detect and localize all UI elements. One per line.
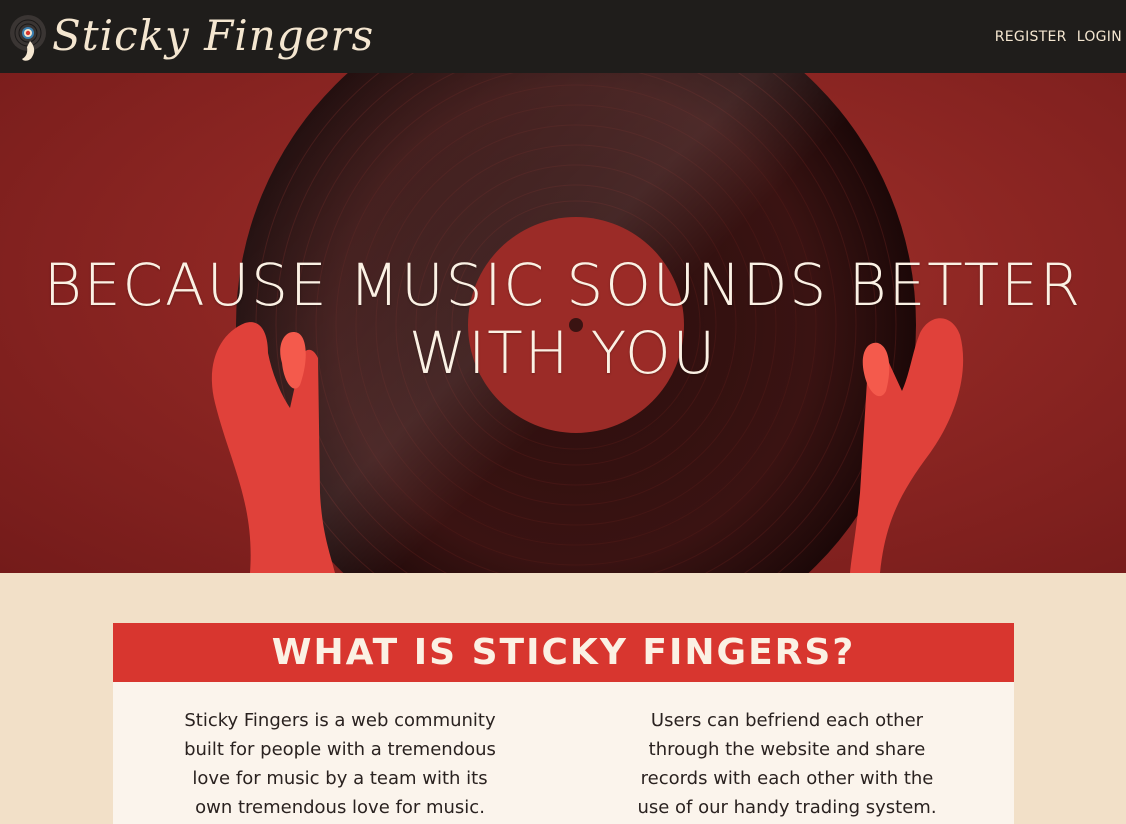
about-section: WHAT IS STICKY FINGERS? Sticky Fingers i… <box>113 623 1014 824</box>
hero-headline: BECAUSE MUSIC SOUNDS BETTER WITH YOU <box>0 251 1126 387</box>
hero-headline-line2: WITH YOU <box>408 319 718 387</box>
top-nav: REGISTER LOGIN <box>995 29 1126 45</box>
about-text-left: Sticky Fingers is a web community built … <box>184 710 496 818</box>
about-text-right: Users can befriend each other through th… <box>637 710 937 818</box>
site-header: Sticky Fingers REGISTER LOGIN <box>0 0 1126 73</box>
hero-headline-line1: BECAUSE MUSIC SOUNDS BETTER <box>43 251 1083 319</box>
record-hand-icon <box>10 14 46 61</box>
register-link[interactable]: REGISTER <box>995 29 1067 45</box>
about-columns: Sticky Fingers is a web community built … <box>113 682 1014 824</box>
brand-name: Sticky Fingers <box>52 10 375 60</box>
hero-banner: BECAUSE MUSIC SOUNDS BETTER WITH YOU <box>0 73 1126 573</box>
about-heading-bar: WHAT IS STICKY FINGERS? <box>113 623 1014 682</box>
brand-link[interactable]: Sticky Fingers <box>0 0 374 73</box>
login-link[interactable]: LOGIN <box>1077 29 1122 45</box>
about-title: WHAT IS STICKY FINGERS? <box>271 632 856 673</box>
